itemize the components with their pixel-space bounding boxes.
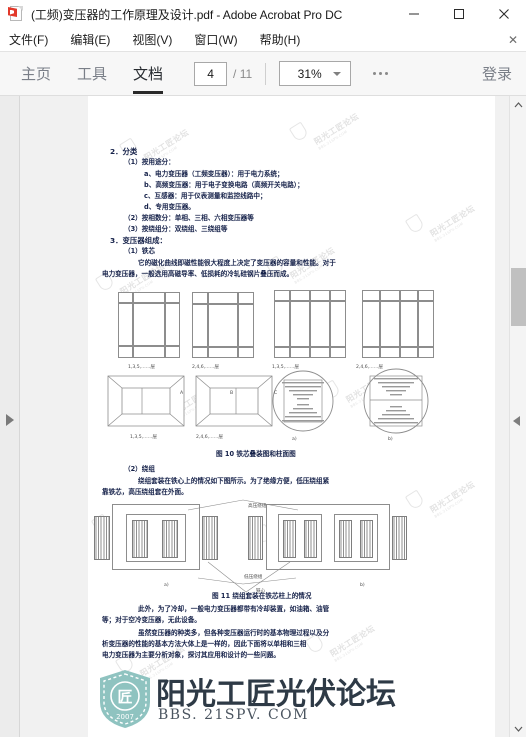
watermark-text: 阳光工匠论坛BBS.21SPV.COM	[312, 111, 361, 151]
document-text-line: （2）绕组	[124, 465, 155, 473]
menu-item-file[interactable]: 文件(F)	[0, 28, 59, 52]
scrollbar-thumb[interactable]	[511, 268, 526, 326]
document-text-line: 等；对于空冷变压器，无此设备。	[102, 616, 201, 624]
toolbar-divider	[265, 62, 267, 85]
window-controls	[391, 0, 526, 28]
watermark-text: 阳光工匠论坛BBS.21SPV.COM	[428, 203, 477, 243]
document-text-line: c、互感器：用于仪表测量和监控线路中；	[144, 192, 267, 200]
chevron-down-icon	[333, 71, 342, 76]
document-workspace: 阳光工匠论坛 BBS.21SPV.COM 阳光工匠论坛 BBS.21SPV.COM …	[0, 96, 526, 737]
document-text-line: 3．变压器组成：	[110, 236, 167, 245]
watermark-badge-icon	[404, 489, 426, 511]
forum-logo-watermark: 匠 2007 阳光工匠光伏论坛 BBS. 21SPV. COM	[98, 665, 396, 733]
winding-coil	[132, 520, 148, 558]
figure-label: A	[180, 391, 184, 396]
tab-tools[interactable]: 工具	[64, 52, 120, 96]
document-text-line: 它的磁化曲线即磁性能很大程度上决定了变压器的容量和性能。对于	[138, 259, 336, 267]
winding-coil	[94, 516, 110, 560]
document-text-line: b、高频变压器：用于电子变换电路（高频开关电路）；	[144, 181, 304, 189]
document-text-line: 绕组套装在铁心上的情况如下图所示。为了绝缘方便，低压绕组紧	[138, 477, 330, 485]
core-lamination-diagram-3phase	[362, 290, 434, 358]
document-text-line: d、专用变压器。	[144, 203, 195, 211]
logo-year: 2007	[116, 713, 134, 721]
expand-panel-triangle-icon[interactable]	[6, 414, 14, 426]
menu-item-window[interactable]: 窗口(W)	[183, 28, 248, 52]
figure-leader-lines	[187, 499, 299, 592]
watermark-badge-icon	[288, 121, 310, 143]
figure-label: 2,4,6,……层	[356, 365, 383, 370]
document-text-line: 虽然变压器的种类多，但各种变压器运行时的基本物理过程以及分	[138, 629, 330, 637]
watermark-badge-icon	[404, 213, 426, 235]
core-cross-section-circular-stepped	[363, 368, 429, 434]
figure-label: C	[274, 391, 278, 396]
zoom-level-value: 31%	[297, 66, 322, 81]
pdf-document-icon	[8, 6, 24, 22]
close-document-icon[interactable]: ✕	[508, 28, 518, 52]
figure-label: 2,4,6,……层	[192, 365, 219, 370]
figure-label: a)	[164, 583, 169, 588]
figure-label: B	[230, 391, 234, 396]
forum-logo-url: BBS. 21SPV. COM	[158, 707, 309, 723]
chevron-down-icon[interactable]	[510, 720, 526, 737]
window-title: (工频)变压器的工作原理及设计.pdf - Adobe Acrobat Pro …	[31, 7, 343, 22]
document-text-line: 图 10 铁芯叠装图和柱面图	[216, 450, 296, 458]
chevron-up-icon[interactable]	[510, 96, 526, 113]
core-perspective-view	[107, 375, 185, 427]
more-tools-button[interactable]	[367, 59, 394, 89]
figure-label: 2,4,6,……层	[196, 435, 223, 440]
zoom-select[interactable]: 31%	[279, 61, 352, 86]
page-total-label: / 11	[233, 66, 253, 81]
document-text-line: （1）按用途分：	[124, 158, 175, 166]
document-text-line: （1）铁芯	[124, 247, 155, 255]
document-text-line: 电力变压器为主要分析对象，探讨其应用和设计的一些问题。	[102, 651, 281, 659]
maximize-icon[interactable]	[436, 0, 481, 28]
sign-in-button[interactable]: 登录	[482, 63, 512, 84]
core-lamination-diagram	[118, 292, 180, 358]
menu-bar: 文件(F) 编辑(E) 视图(V) 窗口(W) 帮助(H) ✕	[0, 28, 526, 52]
document-text-line: （3）按绕组分：双绕组、三绕组等	[124, 225, 228, 233]
core-lamination-diagram-3phase	[274, 290, 346, 358]
navigation-pane-rail[interactable]	[0, 96, 20, 737]
close-icon[interactable]	[481, 0, 526, 28]
document-text-line: 电力变压器，一般选用高磁导率、低损耗的冷轧硅钢片叠压而成。	[102, 270, 294, 278]
tab-home[interactable]: 主页	[8, 52, 64, 96]
core-perspective-view	[195, 375, 273, 427]
core-cross-section-circular	[272, 370, 334, 432]
tab-document[interactable]: 文档	[120, 52, 176, 96]
vertical-scrollbar[interactable]	[509, 96, 526, 737]
document-text-line: 析变压器的性能的基本方法大体上是一样的，因此下面将以单相和三相	[102, 640, 307, 648]
menu-item-edit[interactable]: 编辑(E)	[59, 28, 121, 52]
dot-icon	[379, 72, 383, 75]
figure-label: 1,3,5,……层	[272, 365, 299, 370]
figure-label: b)	[388, 437, 393, 442]
figure-label: 高压绕组	[248, 504, 267, 509]
document-text-line: 靠铁芯，高压绕组套在外面。	[102, 488, 188, 496]
shield-logo-icon: 匠 2007	[100, 670, 150, 728]
svg-text:匠: 匠	[117, 688, 132, 706]
figure-label: 1,3,5,……层	[128, 365, 155, 370]
main-toolbar: 主页 工具 文档 4 / 11 31% 登录	[0, 52, 526, 96]
watermark-text: 阳光工匠论坛BBS.21SPV.COM	[428, 479, 477, 519]
document-text-line: 此外，为了冷却，一般电力变压器都带有冷却装置，如油箱、油管	[138, 605, 330, 613]
watermark-text: 阳光工匠论坛BBS.21SPV.COM	[328, 623, 377, 663]
figure-label: 1,3,5,……层	[130, 435, 157, 440]
title-bar: (工频)变压器的工作原理及设计.pdf - Adobe Acrobat Pro …	[0, 0, 526, 28]
document-text-line: （2）按相数分：单相、三相、六相变压器等	[124, 214, 254, 222]
document-text-line: 2．分类	[110, 147, 138, 156]
menu-item-view[interactable]: 视图(V)	[121, 28, 183, 52]
dot-icon	[385, 72, 389, 75]
pdf-page[interactable]: 阳光工匠论坛 BBS.21SPV.COM 阳光工匠论坛 BBS.21SPV.COM …	[88, 96, 495, 737]
pdf-page-content: 阳光工匠论坛 BBS.21SPV.COM 阳光工匠论坛 BBS.21SPV.COM …	[88, 96, 495, 737]
minimize-icon[interactable]	[391, 0, 436, 28]
core-lamination-diagram	[192, 292, 254, 358]
document-text-line: a、电力变压器（工频变压器）：用于电力系统；	[144, 170, 284, 178]
page-nav-triangle-icon[interactable]	[513, 416, 520, 426]
dot-icon	[373, 72, 377, 75]
figure-label: a)	[292, 437, 297, 442]
figure-label: 低压绕组	[244, 575, 263, 580]
page-number-input[interactable]: 4	[194, 61, 228, 86]
menu-item-help[interactable]: 帮助(H)	[249, 28, 312, 52]
figure-label: 铁心	[256, 589, 266, 594]
figure-label: b)	[360, 583, 365, 588]
